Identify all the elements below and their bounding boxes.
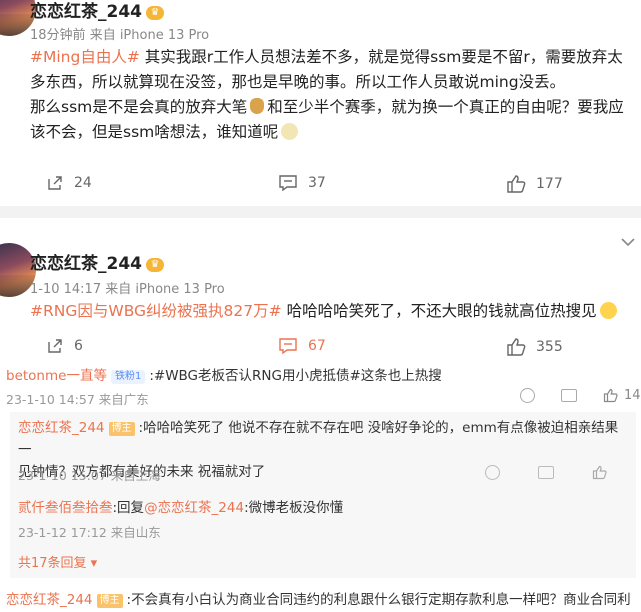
post-time: 18分钟前 [30, 28, 86, 43]
username[interactable]: 恋恋红茶_244 [30, 254, 142, 274]
comment-icon[interactable] [538, 466, 554, 479]
post-body: #Ming自由人# 其实我跟r工作人员想法差不多，就是觉得ssm要是不留r，需要… [30, 45, 640, 145]
reply-location: 来自山东 [110, 525, 161, 540]
author-badge: 博主 [96, 594, 123, 608]
comment-actions: 14 [520, 388, 641, 403]
info-icon[interactable] [520, 388, 535, 403]
post-text: 其实我跟r工作人员想法差不多，就是觉得ssm要是不留r，需要放弃太 [139, 48, 623, 66]
topic-link[interactable]: #RNG因与WBG纠纷被强执827万# [30, 302, 282, 320]
share-count: 24 [74, 175, 92, 191]
post-header: 恋恋红茶_244 ♛ [30, 0, 164, 22]
like-count: 177 [536, 176, 563, 192]
reply-location: 来自上海 [110, 468, 161, 483]
reply-meta: 23-1-12 17:12 来自山东 [18, 522, 161, 541]
post-text: 多东西，所以就算现在没签，那也是早晚的事。所以工作人员敢说ming没丢。 [30, 73, 566, 91]
share-count: 6 [74, 338, 83, 354]
like-button[interactable]: 14 [603, 388, 641, 403]
mention-link[interactable]: @恋恋红茶_244 [144, 500, 244, 516]
reply-time: 23-1-12 17:12 [18, 525, 107, 540]
share-icon [48, 339, 62, 353]
divider [0, 206, 641, 218]
like-icon[interactable] [592, 465, 607, 480]
comment-text: 这条也上热搜 [360, 368, 442, 384]
username[interactable]: 恋恋红茶_244 [30, 2, 142, 22]
author-badge: 博主 [108, 422, 135, 436]
like-icon [603, 388, 618, 403]
comment-icon[interactable] [561, 389, 577, 402]
comment-location: 来自广东 [98, 392, 149, 407]
like-count: 355 [536, 339, 563, 355]
chevron-down-icon: ▾ [86, 556, 98, 571]
like-count: 14 [624, 388, 641, 403]
comment-button[interactable]: 67 [278, 337, 326, 355]
vip-icon: ♛ [146, 258, 164, 272]
post-text: 和至少半个赛季，就为换一个真正的自由呢？要我应 [267, 98, 624, 116]
moneybag-icon [250, 98, 265, 114]
comment-item: 恋恋红茶_244 博主:不会真有小白认为商业合同违约的利息跟什么银行定期存款利息一… [6, 589, 641, 611]
topic-link[interactable]: #Ming自由人# [30, 48, 140, 66]
reply-label: :回复 [112, 500, 145, 516]
grin-emoji-icon [281, 123, 299, 140]
reply-item: 贰仟叁佰叁拾叁:回复@恋恋红茶_244:微博老板没你懂 [18, 497, 630, 519]
share-button[interactable]: 24 [46, 174, 92, 192]
vip-icon: ♛ [146, 6, 164, 20]
comment-icon [279, 175, 297, 192]
heart-eyes-emoji-icon [599, 302, 617, 319]
like-button[interactable]: 177 [506, 174, 563, 194]
like-icon [507, 338, 526, 356]
comment-meta: 23-1-10 14:57 来自广东 [6, 389, 149, 408]
comment-text: :不会真有小白认为商业合同违约的利息跟什么银行定期存款利息一样吧？商业合同利 [126, 592, 631, 608]
post-meta: 18分钟前 来自 iPhone 13 Pro [30, 24, 209, 43]
info-icon[interactable] [485, 465, 500, 480]
chevron-down-icon[interactable] [620, 236, 636, 248]
post-time: 1-10 14:17 [30, 282, 102, 297]
comment-user[interactable]: 恋恋红茶_244 [6, 592, 93, 608]
comment-button[interactable]: 37 [278, 174, 326, 192]
post-meta: 1-10 14:17 来自 iPhone 13 Pro [30, 278, 225, 297]
post-text: 哈哈哈哈笑死了，不还大眼的钱就高位热搜见 [281, 302, 597, 320]
post-source: 来自 iPhone 13 Pro [105, 282, 225, 297]
reply-text: :微博老板没你懂 [244, 500, 344, 516]
topic-link[interactable]: :#WBG老板否认RNG用小虎抵债# [149, 368, 360, 384]
post-text: 那么ssm是不是会真的放弃大笔 [30, 98, 248, 116]
reply-actions [485, 465, 607, 480]
comment-item: betonme一直等 铁粉1:#WBG老板否认RNG用小虎抵债#这条也上热搜 [6, 364, 636, 387]
more-replies-label: 共17条回复 [18, 556, 87, 571]
comment-count: 67 [308, 338, 326, 354]
reply-user[interactable]: 恋恋红茶_244 [18, 420, 105, 436]
more-replies-link[interactable]: 共17条回复 ▾ [18, 552, 97, 571]
post-text: 该不会，但是ssm啥想法，谁知道呢 [30, 123, 279, 141]
reply-user[interactable]: 贰仟叁佰叁拾叁 [18, 500, 113, 516]
post-body: #RNG因与WBG纠纷被强执827万# 哈哈哈哈笑死了，不还大眼的钱就高位热搜见 [30, 299, 640, 324]
comment-user[interactable]: betonme一直等 [6, 368, 107, 384]
comment-icon [279, 338, 297, 355]
reply-meta: 23-1-10 15:07 来自上海 [18, 465, 161, 484]
post-source: 来自 iPhone 13 Pro [89, 28, 210, 43]
fan-badge: 铁粉1 [110, 370, 146, 384]
reply-time: 23-1-10 15:07 [18, 468, 107, 483]
comment-count: 37 [308, 175, 326, 191]
like-button[interactable]: 355 [506, 337, 563, 357]
share-button[interactable]: 6 [46, 337, 83, 355]
like-icon [507, 175, 526, 193]
share-icon [48, 176, 62, 190]
comment-time: 23-1-10 14:57 [6, 392, 95, 407]
post-header: 恋恋红茶_244 ♛ [30, 249, 164, 274]
